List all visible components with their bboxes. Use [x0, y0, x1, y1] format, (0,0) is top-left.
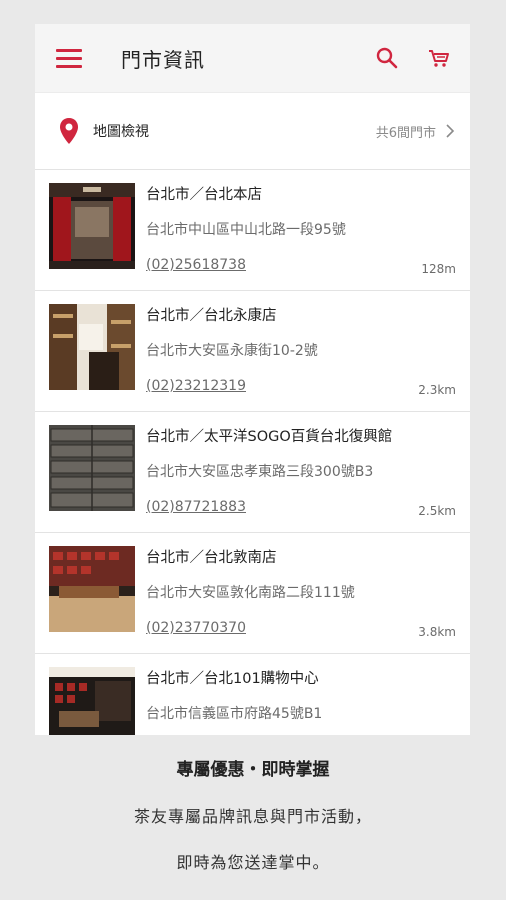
promo-title: 專屬優惠・即時掌握 [176, 760, 330, 780]
store-photo [49, 425, 135, 511]
store-item[interactable]: 台北市／台北敦南店 台北市大安區敦化南路二段111號 (02)23770370 … [35, 533, 470, 654]
hamburger-menu-icon[interactable] [56, 47, 84, 69]
store-name: 台北市／台北永康店 [146, 308, 277, 324]
store-name: 台北市／台北本店 [146, 187, 262, 203]
store-distance: 2.3km [418, 383, 456, 397]
chevron-right-icon [446, 124, 455, 138]
promo-line-2: 即時為您送達掌中。 [176, 853, 330, 872]
app-bar: 門市資訊 [35, 24, 470, 93]
promo-line-1: 茶友專屬品牌訊息與門市活動， [133, 807, 372, 826]
store-address: 台北市大安區永康街10-2號 [146, 343, 318, 359]
store-item[interactable]: 台北市／台北101購物中心 台北市信義區市府路45號B1 [35, 654, 470, 735]
cart-icon[interactable] [426, 45, 452, 71]
store-item[interactable]: 台北市／台北永康店 台北市大安區永康街10-2號 (02)23212319 2.… [35, 291, 470, 412]
store-photo [49, 667, 135, 735]
store-photo [49, 546, 135, 632]
store-count: 共6間門市 [375, 125, 436, 141]
store-address: 台北市信義區市府路45號B1 [146, 706, 323, 722]
store-name: 台北市／太平洋SOGO百貨台北復興館 [146, 429, 393, 445]
phone-screen: 門市資訊 地圖檢視 共6間門市 台北市／台北本店 台北市中山區中山北路一段95號… [35, 24, 470, 735]
map-view-row[interactable]: 地圖檢視 共6間門市 [35, 93, 470, 170]
store-address: 台北市大安區敦化南路二段111號 [146, 585, 355, 601]
store-name: 台北市／台北101購物中心 [146, 671, 319, 687]
store-distance: 3.8km [418, 625, 456, 639]
store-address: 台北市大安區忠孝東路三段300號B3 [146, 464, 374, 480]
location-pin-icon [60, 118, 78, 144]
store-phone-link[interactable]: (02)87721883 [146, 499, 246, 515]
store-item[interactable]: 台北市／太平洋SOGO百貨台北復興館 台北市大安區忠孝東路三段300號B3 (0… [35, 412, 470, 533]
store-photo [49, 304, 135, 390]
store-phone-link[interactable]: (02)25618738 [146, 257, 246, 273]
store-distance: 2.5km [418, 504, 456, 518]
page-title: 門市資訊 [121, 47, 205, 72]
store-address: 台北市中山區中山北路一段95號 [146, 222, 346, 238]
store-photo [49, 183, 135, 269]
store-name: 台北市／台北敦南店 [146, 550, 277, 566]
store-phone-link[interactable]: (02)23212319 [146, 378, 246, 394]
store-phone-link[interactable]: (02)23770370 [146, 620, 246, 636]
store-item[interactable]: 台北市／台北本店 台北市中山區中山北路一段95號 (02)25618738 12… [35, 170, 470, 291]
search-icon[interactable] [374, 45, 400, 71]
map-view-label: 地圖檢視 [93, 124, 149, 140]
store-distance: 128m [421, 262, 456, 276]
